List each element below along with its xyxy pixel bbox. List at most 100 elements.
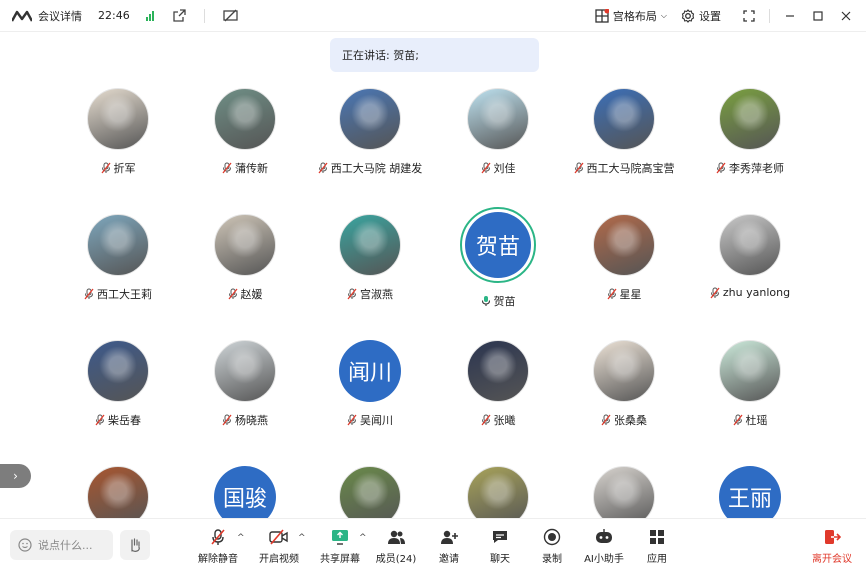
mic-muted-icon: [480, 414, 491, 426]
ai-assistant-icon: [596, 529, 612, 543]
share-options-chevron-icon[interactable]: ^: [359, 533, 367, 543]
chat-input-placeholder: 说点什么...: [38, 539, 93, 552]
members-button[interactable]: 成员(24): [371, 527, 421, 565]
participant-grid: 折军 蒲传新 西工大马院 胡建发 刘佳 西工大马院高宝营 李秀萍老师 西工大王莉 赵媛 宫淑燕贺…: [0, 80, 866, 520]
members-label: 成员(24): [375, 554, 417, 565]
participant-name-row: 折军: [100, 160, 136, 176]
apps-button[interactable]: 应用: [632, 527, 682, 565]
participant-tile[interactable]: 杜瑶: [685, 340, 815, 428]
hand-icon: [131, 538, 140, 552]
settings-button[interactable]: 设置: [681, 8, 721, 24]
title-bar: 会议详情 22:46 宫格布局 ⌵ 设置: [0, 0, 866, 32]
video-options-chevron-icon[interactable]: ^: [298, 533, 306, 543]
mic-muted-icon: [84, 288, 94, 300]
participant-name: 贺苗: [493, 295, 516, 308]
layout-label: 宫格布局: [612, 10, 657, 23]
avatar: 贺苗: [460, 207, 536, 283]
minimize-button[interactable]: [776, 0, 804, 32]
participant-tile[interactable]: zhu yanlong: [685, 214, 815, 299]
exit-icon: [825, 530, 841, 544]
video-label: 开启视频: [259, 554, 299, 565]
screen-share-off-icon[interactable]: [223, 8, 239, 24]
unmute-button[interactable]: 解除静音: [193, 527, 243, 565]
participant-name-row: 杨晓燕: [222, 412, 268, 428]
participant-name: 吴闻川: [360, 414, 393, 427]
participant-tile[interactable]: 柴岳春: [53, 340, 183, 428]
mic-muted-icon: [318, 162, 328, 174]
avatar-photo: [719, 88, 781, 150]
participant-name-row: 贺苗: [481, 293, 516, 309]
popout-icon[interactable]: [172, 8, 188, 24]
avatar-photo: [339, 214, 401, 276]
participant-tile[interactable]: 闻川 吴闻川: [305, 340, 435, 428]
apps-label: 应用: [647, 554, 667, 565]
participant-name: 西工大马院 胡建发: [330, 162, 423, 175]
participant-tile[interactable]: [305, 466, 435, 520]
close-button[interactable]: [832, 0, 860, 32]
participant-name-row: 李秀萍老师: [716, 160, 784, 176]
raise-hand-button[interactable]: [120, 530, 150, 560]
mic-muted-icon: [480, 162, 491, 174]
share-screen-icon: [332, 530, 348, 545]
participant-tile[interactable]: 张桑桑: [559, 340, 689, 428]
participant-tile[interactable]: 蒲传新: [180, 88, 310, 176]
participant-tile[interactable]: 西工大马院 胡建发: [305, 88, 435, 176]
participant-tile[interactable]: 赵媛: [180, 214, 310, 302]
participant-name-row: 星星: [606, 286, 642, 302]
avatar-photo: [339, 466, 401, 520]
participant-name-row: 刘佳: [480, 160, 516, 176]
signal-icon[interactable]: [145, 10, 154, 21]
layout-button[interactable]: 宫格布局 ⌵: [595, 8, 667, 24]
avatar-photo: [214, 88, 276, 150]
chat-button[interactable]: 聊天: [475, 527, 525, 565]
share-screen-button[interactable]: 共享屏幕: [315, 527, 365, 565]
maximize-button[interactable]: [804, 0, 832, 32]
apps-grid-icon: [650, 530, 664, 544]
close-icon: [841, 11, 851, 21]
participant-name-row: 西工大马院 胡建发: [318, 160, 423, 176]
record-button[interactable]: 录制: [527, 527, 577, 565]
leave-meeting-button[interactable]: 离开会议: [812, 527, 852, 565]
mic-muted-icon: [716, 162, 726, 174]
avatar-photo: [467, 340, 529, 402]
participant-tile[interactable]: 李秀萍老师: [685, 88, 815, 176]
participant-tile[interactable]: [53, 466, 183, 520]
invite-label: 邀请: [439, 554, 459, 565]
avatar-photo: [467, 88, 529, 150]
participant-tile[interactable]: 西工大王莉: [53, 214, 183, 302]
meeting-details-link[interactable]: 会议详情: [38, 8, 82, 24]
participant-tile[interactable]: 宫淑燕: [305, 214, 435, 302]
participant-tile[interactable]: 星星: [559, 214, 689, 302]
avatar-photo: [339, 88, 401, 150]
participant-name: 折军: [113, 162, 136, 175]
participant-tile[interactable]: 西工大马院高宝营: [559, 88, 689, 176]
participant-tile[interactable]: 国骏: [180, 466, 310, 520]
avatar-photo: [593, 88, 655, 150]
record-icon: [543, 528, 561, 546]
participant-name-row: 张桑桑: [601, 412, 647, 428]
expand-panel-button[interactable]: ›: [0, 464, 31, 488]
active-speaker-banner: 正在讲话: 贺苗;: [330, 38, 539, 72]
chevron-down-icon: ⌵: [660, 11, 667, 20]
participant-tile[interactable]: [559, 466, 689, 520]
participant-tile[interactable]: 杨晓燕: [180, 340, 310, 428]
participant-tile[interactable]: 贺苗 贺苗: [433, 207, 563, 309]
participant-tile[interactable]: 王丽: [685, 466, 815, 520]
participant-tile[interactable]: 折军: [53, 88, 183, 176]
participant-tile[interactable]: 张曦: [433, 340, 563, 428]
record-label: 录制: [542, 554, 562, 565]
fullscreen-button[interactable]: [735, 0, 763, 32]
invite-button[interactable]: 邀请: [424, 527, 474, 565]
participant-tile[interactable]: 刘佳: [433, 88, 563, 176]
participant-name-row: 西工大王莉: [84, 286, 152, 302]
chat-icon: [493, 531, 507, 543]
ai-assistant-button[interactable]: AI小助手: [579, 527, 629, 565]
audio-options-chevron-icon[interactable]: ^: [237, 533, 245, 543]
avatar-photo: [593, 214, 655, 276]
ai-assistant-label: AI小助手: [584, 554, 624, 565]
chat-input[interactable]: 说点什么...: [10, 530, 113, 560]
participant-tile[interactable]: [433, 466, 563, 520]
mic-muted-icon: [732, 414, 743, 426]
participant-name: 李秀萍老师: [729, 162, 784, 175]
video-button[interactable]: 开启视频: [254, 527, 304, 565]
